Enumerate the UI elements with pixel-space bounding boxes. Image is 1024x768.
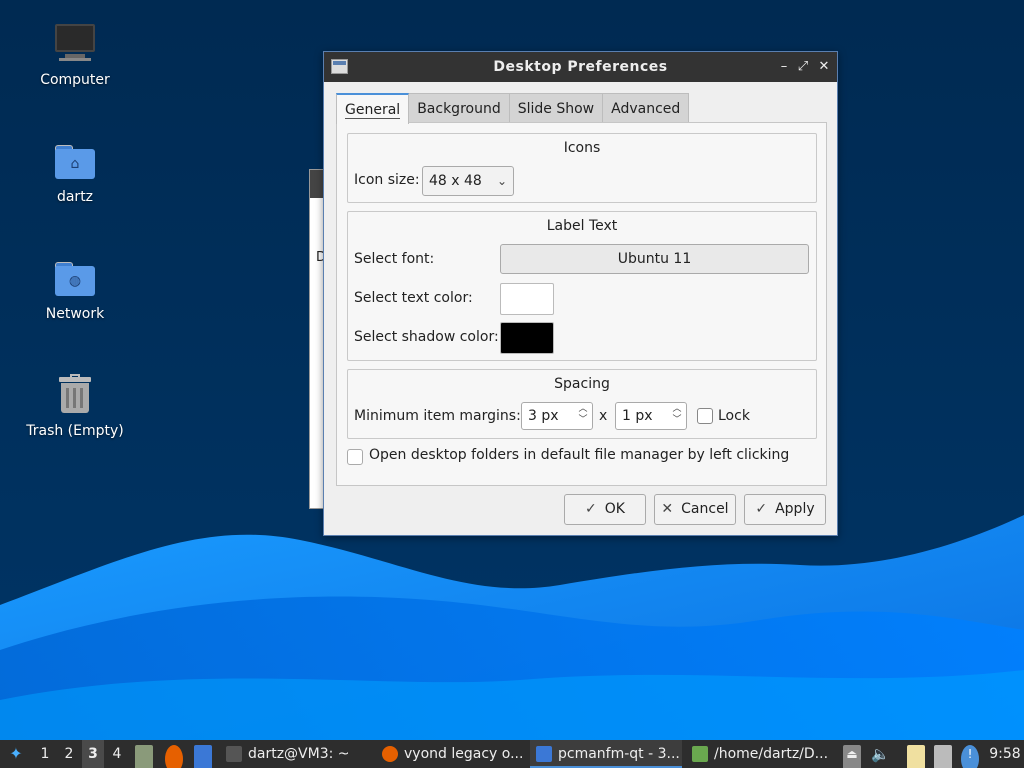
desktop-switch-3[interactable]: 3 xyxy=(82,740,104,768)
lock-checkbox[interactable] xyxy=(697,408,713,424)
desktop-switch-2[interactable]: 2 xyxy=(58,740,80,768)
spin-arrows-icon[interactable]: ︿ ﹀ xyxy=(670,404,684,428)
desktop-icon-label: dartz xyxy=(56,189,94,205)
start-menu-icon[interactable]: ✦ xyxy=(4,740,28,768)
network-folder-icon: ◍ xyxy=(51,254,99,302)
select-shadow-color-label: Select shadow color: xyxy=(354,329,499,345)
group-title: Label Text xyxy=(546,218,618,234)
file-manager-launcher-icon[interactable] xyxy=(135,745,153,768)
taskbar: ✦ 1 2 3 4 dartz@VM3: ~ vyond legacy o...… xyxy=(0,740,1024,768)
tab-advanced[interactable]: Advanced xyxy=(602,93,690,123)
tab-label: Advanced xyxy=(611,101,681,117)
desktop-icon-computer[interactable]: Computer xyxy=(15,20,135,88)
firefox-icon xyxy=(382,746,398,762)
computer-icon xyxy=(51,20,99,68)
tab-bar: General Background Slide Show Advanced xyxy=(336,93,690,124)
shadow-color-button[interactable] xyxy=(500,322,554,354)
close-button[interactable]: ✕ xyxy=(815,58,833,76)
clock[interactable]: 9:58 xyxy=(988,740,1022,768)
window-app-icon xyxy=(331,59,348,74)
task-label: /home/dartz/D... xyxy=(714,746,829,762)
desktop-icon-label: Network xyxy=(45,306,105,322)
spin-arrows-icon[interactable]: ︿ ﹀ xyxy=(576,404,590,428)
minimum-margins-label: Minimum item margins: xyxy=(354,408,521,424)
tab-label: Background xyxy=(417,101,501,117)
icon-size-select[interactable]: 48 x 48 ⌄ xyxy=(422,166,514,196)
firefox-launcher-icon[interactable] xyxy=(165,745,183,768)
open-folders-label: Open desktop folders in default file man… xyxy=(369,447,790,463)
margin-x-value: 3 px xyxy=(528,408,559,424)
margin-y-value: 1 px xyxy=(622,408,653,424)
cancel-button[interactable]: ✕ Cancel xyxy=(654,494,736,525)
folder-icon xyxy=(536,746,552,762)
task-label: pcmanfm-qt - 3... xyxy=(558,746,680,762)
ok-button[interactable]: ✓ OK xyxy=(564,494,646,525)
label-text-group: Label Text Select font: Ubuntu 11 Select… xyxy=(347,211,817,361)
lock-label: Lock xyxy=(718,408,750,424)
chevron-down-icon: ⌄ xyxy=(496,174,507,188)
margin-y-spinbox[interactable]: 1 px ︿ ﹀ xyxy=(615,402,687,430)
margin-x-spinbox[interactable]: 3 px ︿ ﹀ xyxy=(521,402,593,430)
check-icon: ✓ xyxy=(755,501,768,517)
check-icon: ✓ xyxy=(585,501,597,517)
apply-button[interactable]: ✓ Apply xyxy=(744,494,826,525)
task-terminal[interactable]: dartz@VM3: ~ xyxy=(220,740,370,768)
tab-label: Slide Show xyxy=(517,101,595,117)
task-firefox[interactable]: vyond legacy o... xyxy=(376,740,526,768)
tab-general[interactable]: General xyxy=(336,93,410,124)
eject-icon[interactable]: ⏏ xyxy=(843,745,861,768)
task-label: dartz@VM3: ~ xyxy=(248,746,350,762)
ok-button-label: OK xyxy=(604,501,625,517)
text-color-button[interactable] xyxy=(500,283,554,315)
group-title: Spacing xyxy=(554,376,610,392)
icons-group: Icons Icon size: 48 x 48 ⌄ xyxy=(347,133,817,203)
apply-button-label: Apply xyxy=(775,501,815,517)
update-notifier-icon[interactable]: ! xyxy=(961,745,979,768)
cancel-button-label: Cancel xyxy=(681,501,729,517)
terminal-icon xyxy=(226,746,242,762)
desktop-switch-1[interactable]: 1 xyxy=(34,740,56,768)
show-desktop-icon[interactable] xyxy=(194,745,212,768)
close-icon: ✕ xyxy=(661,501,674,517)
home-folder-icon: ⌂ xyxy=(51,137,99,185)
archive-icon xyxy=(692,746,708,762)
spacing-group: Spacing Minimum item margins: 3 px ︿ ﹀ x … xyxy=(347,369,817,439)
open-folders-checkbox[interactable] xyxy=(347,449,363,465)
desktop-icon-trash[interactable]: Trash (Empty) xyxy=(15,371,135,439)
desktop-icon-network[interactable]: ◍ Network xyxy=(15,254,135,322)
desktop-switch-4[interactable]: 4 xyxy=(106,740,128,768)
group-title: Icons xyxy=(563,140,601,156)
task-pcmanfm[interactable]: pcmanfm-qt - 3... xyxy=(530,740,682,768)
desktop-icon-home[interactable]: ⌂ dartz xyxy=(15,137,135,205)
network-status-icon[interactable] xyxy=(934,745,952,768)
select-font-label: Select font: xyxy=(354,251,435,267)
tab-background[interactable]: Background xyxy=(408,93,510,123)
task-label: vyond legacy o... xyxy=(404,746,524,762)
font-select-button[interactable]: Ubuntu 11 xyxy=(500,244,809,274)
desktop-preferences-dialog: Desktop Preferences – ⤢ ✕ General Backgr… xyxy=(323,51,838,536)
task-archive[interactable]: /home/dartz/D... xyxy=(686,740,836,768)
clipboard-icon[interactable] xyxy=(907,745,925,768)
desktop-icon-label: Trash (Empty) xyxy=(26,423,124,439)
icon-size-label: Icon size: xyxy=(354,172,420,188)
icon-size-value: 48 x 48 xyxy=(429,173,482,189)
maximize-button[interactable]: ⤢ xyxy=(794,58,812,76)
dialog-titlebar[interactable]: Desktop Preferences – ⤢ ✕ xyxy=(324,52,837,82)
volume-icon[interactable]: 🔈 xyxy=(871,745,890,768)
minimize-button[interactable]: – xyxy=(775,58,793,76)
tab-label: General xyxy=(345,102,401,119)
dialog-title: Desktop Preferences xyxy=(493,59,668,75)
trash-icon xyxy=(51,371,99,419)
margin-separator: x xyxy=(599,408,608,424)
desktop-icon-label: Computer xyxy=(40,72,110,88)
general-tab-panel: Icons Icon size: 48 x 48 ⌄ Label Text Se… xyxy=(336,122,827,486)
select-text-color-label: Select text color: xyxy=(354,290,473,306)
tab-slide-show[interactable]: Slide Show xyxy=(508,93,604,123)
